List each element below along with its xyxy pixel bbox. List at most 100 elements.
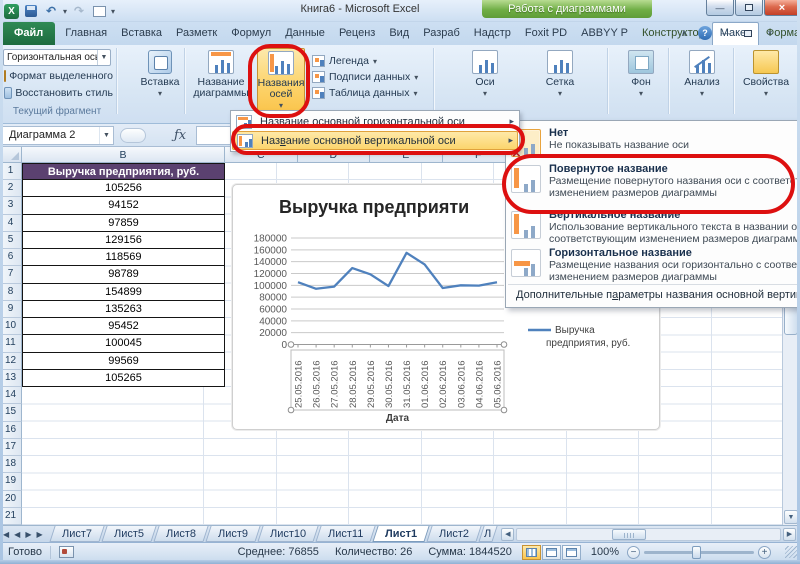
row-header-20[interactable]: 20 (0, 491, 22, 508)
horizontal-scrollbar-track[interactable] (516, 528, 781, 541)
insert-button[interactable]: Вставка ▾ (140, 50, 180, 99)
sheet-tab-Лист9[interactable]: Лист9 (205, 526, 260, 542)
table-value-cell[interactable]: 154899 (22, 284, 225, 301)
row-header-13[interactable]: 13 (0, 370, 22, 387)
zoom-level[interactable]: 100% (591, 546, 619, 558)
horizontal-title-icon[interactable] (511, 249, 541, 277)
ribbon-tab-8[interactable]: Вид (382, 22, 416, 45)
ribbon-tab-12[interactable]: ABBYY P (574, 22, 635, 45)
sheet-tab-Лист1[interactable]: Лист1 (373, 526, 430, 542)
horizontal-scrollbar[interactable]: ◀ ▶ (501, 527, 796, 541)
axis-titles-button[interactable]: Названия осей ▾ (257, 48, 305, 112)
table-value-cell[interactable]: 95452 (22, 318, 225, 335)
chart-element-selector[interactable]: Горизонтальная ось (ка ▼ (3, 49, 111, 66)
workbook-close-icon[interactable]: × (762, 26, 778, 40)
table-tool-icon[interactable] (91, 4, 107, 19)
maximize-button[interactable] (735, 0, 763, 16)
close-button[interactable]: × (764, 0, 800, 16)
row-header-1[interactable]: 1 (0, 163, 22, 180)
sheet-tab-Лист11[interactable]: Лист11 (315, 526, 376, 542)
undo-icon[interactable]: ↶ (43, 4, 59, 19)
submenu-item-4[interactable]: Горизонтальное названиеРазмещение назван… (549, 247, 798, 283)
row-header-9[interactable]: 9 (0, 301, 22, 318)
next-sheet-icon[interactable]: ▶ (25, 530, 31, 539)
minimize-button[interactable]: — (706, 0, 734, 16)
zoom-slider-track[interactable] (644, 551, 754, 554)
table-value-cell[interactable]: 98789 (22, 266, 225, 283)
normal-view-icon[interactable] (522, 545, 541, 560)
chevron-down-icon[interactable]: ▼ (99, 127, 113, 144)
table-value-cell[interactable]: 129156 (22, 232, 225, 249)
table-value-cell[interactable]: 94152 (22, 197, 225, 214)
таблица-данных-button[interactable]: Таблица данных▾ (312, 85, 418, 101)
row-header-15[interactable]: 15 (0, 404, 22, 421)
workbook-restore-icon[interactable] (740, 26, 756, 40)
подписи-данных-button[interactable]: Подписи данных▾ (312, 69, 418, 85)
ribbon-tab-4[interactable]: Разметк (169, 22, 224, 45)
select-all-corner[interactable] (0, 147, 22, 163)
menu-item-1[interactable]: Название основной горизонтальной оси▸ (232, 112, 518, 131)
page-break-view-icon[interactable] (562, 545, 581, 560)
excel-logo-icon[interactable]: X (4, 4, 19, 19)
table-value-cell[interactable]: 97859 (22, 215, 225, 232)
insert-function-icon[interactable]: ƒx (174, 128, 186, 143)
zoom-slider-thumb[interactable] (692, 546, 701, 559)
name-box[interactable]: Диаграмма 2 ▼ (2, 126, 114, 145)
row-header-19[interactable]: 19 (0, 473, 22, 490)
submenu-item-3[interactable]: Вертикальное названиеИспользование верти… (549, 209, 798, 245)
reset-style-button[interactable]: Восстановить стиль (3, 85, 113, 100)
help-icon[interactable]: ? (698, 26, 712, 40)
row-header-4[interactable]: 4 (0, 215, 22, 232)
легенда-button[interactable]: Легенда▾ (312, 53, 418, 69)
row-header-2[interactable]: 2 (0, 180, 22, 197)
table-value-cell[interactable]: 100045 (22, 335, 225, 352)
workbook-minimize-icon[interactable]: — (718, 26, 734, 40)
ribbon-tab-2[interactable]: Главная (58, 22, 114, 45)
ribbon-tab-7[interactable]: Реценз (332, 22, 382, 45)
table-value-cell[interactable]: 105256 (22, 180, 225, 197)
scroll-down-icon[interactable]: ▼ (784, 510, 798, 524)
collapse-ribbon-icon[interactable]: ∧ (676, 26, 692, 40)
row-header-11[interactable]: 11 (0, 335, 22, 352)
scroll-right-icon[interactable]: ▶ (783, 528, 796, 541)
horizontal-scrollbar-thumb[interactable] (612, 529, 646, 540)
row-header-7[interactable]: 7 (0, 266, 22, 283)
table-header-cell[interactable]: Выручка предприятия, руб. (22, 163, 225, 180)
menu-item-2[interactable]: Название основной вертикальной оси▸ (232, 131, 518, 150)
ribbon-tab-6[interactable]: Данные (278, 22, 332, 45)
submenu-item-1[interactable]: НетНе показывать название оси (549, 127, 798, 151)
row-header-12[interactable]: 12 (0, 353, 22, 370)
table-value-cell[interactable]: 118569 (22, 249, 225, 266)
row-header-21[interactable]: 21 (0, 508, 22, 525)
ribbon-tab-5[interactable]: Формул (224, 22, 278, 45)
gridlines-button[interactable]: Сетка ▾ (538, 50, 582, 99)
undo-dropdown-icon[interactable]: ▾ (63, 7, 67, 16)
sheet-tab-Л[interactable]: Л (479, 526, 498, 542)
customize-qat-icon[interactable]: ▾ (111, 7, 115, 16)
macro-record-icon[interactable] (59, 546, 74, 558)
first-sheet-icon[interactable]: ◀ (3, 530, 9, 539)
ribbon-tab-3[interactable]: Вставка (114, 22, 169, 45)
row-header-17[interactable]: 17 (0, 439, 22, 456)
scroll-left-icon[interactable]: ◀ (501, 528, 514, 541)
ribbon-tab-11[interactable]: Foxit PD (518, 22, 574, 45)
row-header-6[interactable]: 6 (0, 249, 22, 266)
row-header-5[interactable]: 5 (0, 232, 22, 249)
sheet-tab-Лист10[interactable]: Лист10 (257, 526, 318, 542)
ribbon-tab-10[interactable]: Надстр (467, 22, 518, 45)
chart-title-button[interactable]: Название диаграммы (188, 50, 254, 99)
analysis-button[interactable]: Анализ ▾ (680, 50, 724, 99)
submenu-item-2[interactable]: Повернутое названиеРазмещение повернутог… (549, 163, 798, 199)
ribbon-tab-1[interactable]: Файл (2, 22, 55, 45)
chevron-down-icon[interactable]: ▼ (97, 50, 110, 65)
sheet-tab-Лист8[interactable]: Лист8 (153, 526, 208, 542)
table-value-cell[interactable]: 135263 (22, 301, 225, 318)
more-axis-title-options-item[interactable]: Дополнительные параметры названия основн… (516, 289, 798, 301)
table-value-cell[interactable]: 105265 (22, 370, 225, 387)
format-selection-button[interactable]: Формат выделенного (3, 68, 113, 83)
prev-sheet-icon[interactable]: ◀ (14, 530, 20, 539)
resize-grip[interactable] (785, 546, 797, 558)
column-header-B[interactable]: B (22, 147, 225, 163)
last-sheet-icon[interactable]: ▶ (36, 530, 42, 539)
sheet-tab-Лист7[interactable]: Лист7 (49, 526, 104, 542)
